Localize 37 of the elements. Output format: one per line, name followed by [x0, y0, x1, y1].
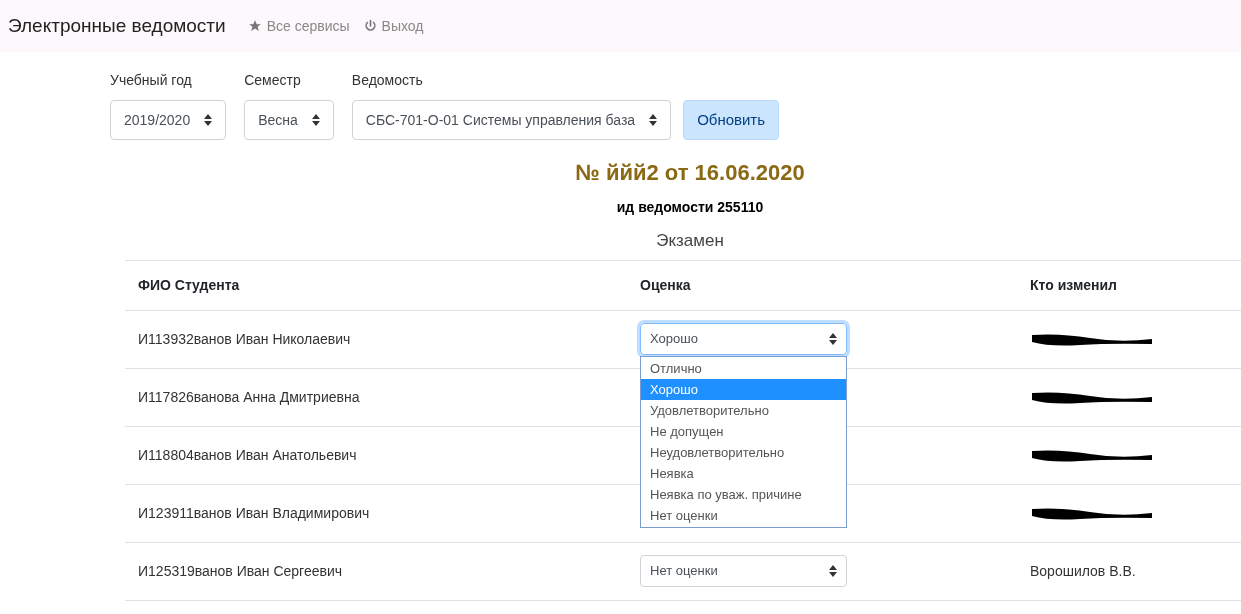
sort-caret-icon	[311, 114, 320, 126]
student-name: И117826ванова Анна Дмитриевна	[138, 388, 360, 405]
column-header: Оценка	[640, 276, 691, 293]
power-icon	[363, 19, 377, 33]
sort-caret-icon	[649, 114, 658, 126]
star-icon	[247, 19, 262, 33]
field-label: Семестр	[244, 71, 302, 90]
brand-title[interactable]: Электронные ведомости	[8, 11, 226, 41]
dropdown-option[interactable]: Неявка по уваж. причине	[641, 484, 846, 505]
dropdown-option[interactable]: Нет оценки	[641, 505, 846, 526]
student-name: И113932ванов Иван Николаевич	[138, 330, 351, 347]
grade-select[interactable]: Нет оценки	[640, 555, 847, 587]
refresh-button[interactable]: Обновить	[683, 100, 780, 140]
select-field[interactable]: СБС-701-О-01 Системы управления база	[351, 100, 672, 140]
dropdown-option[interactable]: Отлично	[641, 358, 846, 379]
grade-select[interactable]: Хорошо	[640, 323, 847, 355]
sort-caret-icon	[204, 114, 213, 126]
select-field[interactable]: Весна	[244, 100, 334, 140]
dropdown-option[interactable]: Не допущен	[641, 421, 846, 442]
dropdown-option[interactable]: Неявка	[641, 463, 846, 484]
sheet-id: ид ведомости 255110	[616, 198, 764, 217]
nav-link[interactable]: Все сервисы	[247, 15, 350, 37]
table-cell: Ворошилов В.В.	[1030, 562, 1136, 579]
sort-caret-icon	[829, 333, 837, 345]
sheet-type: Экзамен	[656, 230, 724, 252]
student-name: И118804ванов Иван Анатольевич	[138, 446, 357, 463]
dropdown-option[interactable]: Неудовлетворительно	[641, 442, 846, 463]
field-label: Учебный год	[110, 71, 193, 90]
column-header: Кто изменил	[1030, 276, 1117, 293]
field-label: Ведомость	[351, 71, 424, 90]
select-field[interactable]: 2019/2020	[110, 100, 227, 140]
sheet-title: № ййй2 от 16.06.2020	[575, 159, 805, 187]
column-header: ФИО Студента	[138, 276, 240, 293]
dropdown-option[interactable]: Удовлетворительно	[641, 400, 846, 421]
student-name: И125319ванов Иван Сергеевич	[138, 562, 343, 579]
sort-caret-icon	[829, 565, 837, 577]
student-name: И123911ванов Иван Владимирович	[138, 504, 370, 521]
